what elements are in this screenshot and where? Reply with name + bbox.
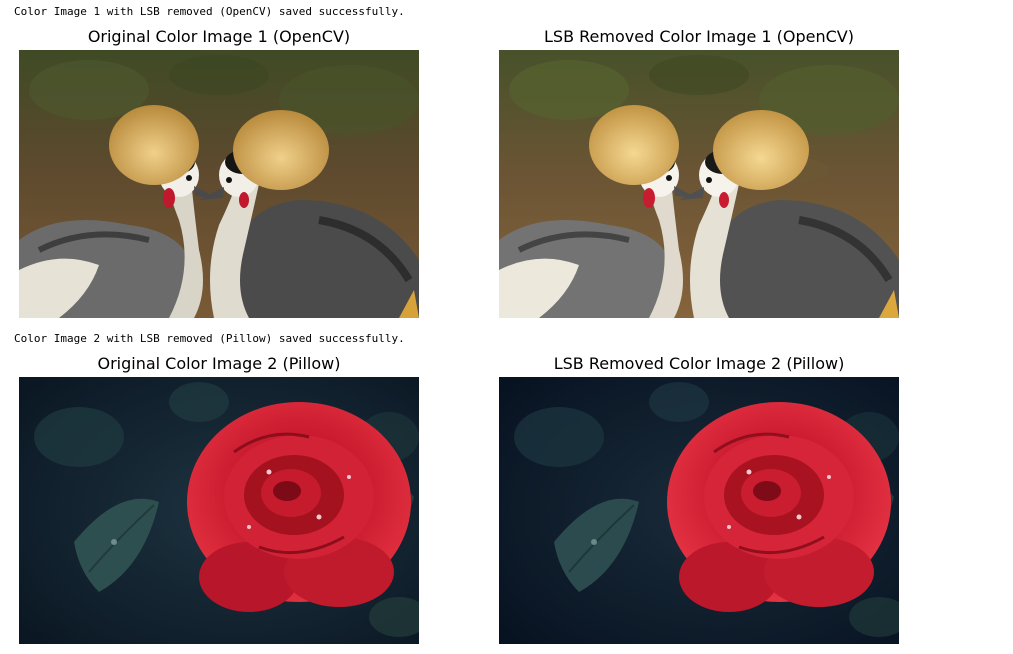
output-message-1: Color Image 1 with LSB removed (OpenCV) … xyxy=(14,5,405,18)
figure-2-lsb-removed-title: LSB Removed Color Image 2 (Pillow) xyxy=(553,354,845,373)
figure-1-original-title: Original Color Image 1 (OpenCV) xyxy=(87,27,351,46)
figure-2-original-title: Original Color Image 2 (Pillow) xyxy=(97,354,341,373)
rose-original-image xyxy=(19,377,419,644)
output-message-2: Color Image 2 with LSB removed (Pillow) … xyxy=(14,332,405,345)
crane-lsb-removed-image xyxy=(499,50,899,318)
crane-original-image xyxy=(19,50,419,318)
rose-lsb-removed-image xyxy=(499,377,899,644)
figure-1-lsb-removed-title: LSB Removed Color Image 1 (OpenCV) xyxy=(544,27,854,46)
